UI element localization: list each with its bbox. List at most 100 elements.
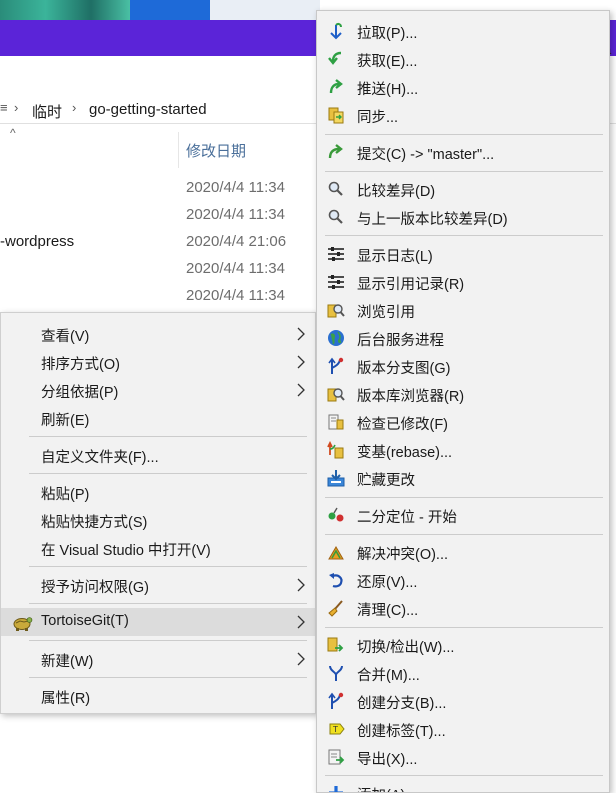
menu-item-group-by[interactable]: 分组依据(P) [1,376,315,404]
menu-item-label: 同步... [357,110,399,126]
wallpaper-image [210,0,320,20]
menu-item-tortoisegit[interactable]: TortoiseGit(T) [1,608,315,636]
menu-item-label: 拉取(P)... [357,26,418,42]
menu-item-label: 清理(C)... [357,603,419,619]
menu-item-label: 版本分支图(G) [357,361,451,377]
sort-caret-icon[interactable]: ^ [10,126,16,140]
menu-item-open-in-visual-studio[interactable]: 在 Visual Studio 中打开(V) [1,534,315,562]
menu-item-label: 切换/检出(W)... [357,640,455,656]
menu-item-label: 二分定位 - 开始 [357,510,457,526]
wallpaper-image [0,0,130,20]
menu-item-label: 在 Visual Studio 中打开(V) [41,543,211,559]
diff-previous-icon [328,209,343,224]
menu-item-label: 版本库浏览器(R) [357,389,465,405]
menu-item-stash[interactable]: 贮藏更改 [317,464,609,492]
reflog-icon [328,275,344,289]
menu-item-label: 粘贴快捷方式(S) [41,515,148,531]
repo-browser-icon [327,388,345,402]
chevron-right-icon: › [14,100,19,115]
menu-item-push[interactable]: 推送(H)... [317,73,609,101]
menu-item-show-reflog[interactable]: 显示引用记录(R) [317,268,609,296]
menu-item-revert[interactable]: 还原(V)... [317,566,609,594]
menu-item-label: 分组依据(P) [41,385,119,401]
menu-separator [29,566,307,567]
menu-item-label: 新建(W) [41,654,94,670]
menu-item-label: 创建分支(B)... [357,696,447,712]
menu-item-export[interactable]: 导出(X)... [317,743,609,771]
menu-item-revision-graph[interactable]: 版本分支图(G) [317,352,609,380]
menu-item-paste[interactable]: 粘贴(P) [1,478,315,506]
menu-item-pull[interactable]: 拉取(P)... [317,17,609,45]
chevron-right-icon: › [72,100,77,115]
menu-item-bisect-start[interactable]: 二分定位 - 开始 [317,501,609,529]
menu-item-label: 获取(E)... [357,54,418,70]
file-date: 2020/4/4 11:34 [186,206,285,223]
menu-separator [325,534,603,535]
menu-item-properties[interactable]: 属性(R) [1,682,315,710]
menu-item-label: 显示引用记录(R) [357,277,465,293]
chevron-right-icon [297,327,305,341]
menu-item-label: 后台服务进程 [357,333,444,349]
chevron-right-icon [297,615,305,629]
chevron-right-icon [297,578,305,592]
menu-item-sync[interactable]: 同步... [317,101,609,129]
rebase-icon [327,441,344,459]
menu-item-label: 解决冲突(O)... [357,547,449,563]
menu-item-create-branch[interactable]: 创建分支(B)... [317,687,609,715]
menu-item-fetch[interactable]: 获取(E)... [317,45,609,73]
menu-separator [325,775,603,776]
file-name[interactable]: -wordpress [0,233,74,250]
menu-item-label: 粘贴(P) [41,487,90,503]
menu-item-resolve[interactable]: 解决冲突(O)... [317,538,609,566]
wallpaper-image [130,0,210,20]
file-date: 2020/4/4 21:06 [186,233,287,250]
menu-item-label: 比较差异(D) [357,184,436,200]
sync-icon [328,107,344,124]
menu-item-repo-browser[interactable]: 版本库浏览器(R) [317,380,609,408]
menu-item-diff-previous[interactable]: 与上一版本比较差异(D) [317,203,609,231]
menu-item-label: 排序方式(O) [41,357,120,373]
menu-item-label: 提交(C) -> "master"... [357,147,495,163]
menu-item-label: 与上一版本比较差异(D) [357,212,508,228]
menu-item-sort-by[interactable]: 排序方式(O) [1,348,315,376]
chevron-right-icon [297,652,305,666]
menu-item-paste-shortcut[interactable]: 粘贴快捷方式(S) [1,506,315,534]
menu-item-label: 属性(R) [41,691,91,707]
menu-item-add[interactable]: 添加(A)... [317,779,609,792]
file-date: 2020/4/4 11:34 [186,287,285,304]
menu-item-refresh[interactable]: 刷新(E) [1,404,315,432]
menu-item-cleanup[interactable]: 清理(C)... [317,594,609,622]
column-header-date[interactable]: 修改日期 [186,140,246,161]
menu-item-customize-folder[interactable]: 自定义文件夹(F)... [1,441,315,469]
menu-item-daemon[interactable]: 后台服务进程 [317,324,609,352]
menu-item-show-log[interactable]: 显示日志(L) [317,240,609,268]
menu-item-browse-refs[interactable]: 浏览引用 [317,296,609,324]
menu-item-create-tag[interactable]: T 创建标签(T)... [317,715,609,743]
menu-item-commit[interactable]: 提交(C) -> "master"... [317,138,609,166]
menu-item-switch-checkout[interactable]: 切换/检出(W)... [317,631,609,659]
menu-item-check-modifications[interactable]: 检查已修改(F) [317,408,609,436]
browse-refs-icon [327,304,345,318]
menu-item-rebase[interactable]: 变基(rebase)... [317,436,609,464]
menu-separator [325,235,603,236]
tortoisegit-icon [13,617,33,631]
menu-separator [325,627,603,628]
menu-item-new[interactable]: 新建(W) [1,645,315,673]
chevron-right-icon [297,355,305,369]
create-tag-icon: T [329,723,345,735]
menu-item-label: 贮藏更改 [357,473,415,489]
menu-item-label: TortoiseGit(T) [41,613,129,629]
menu-separator [325,134,603,135]
menu-separator [325,497,603,498]
column-divider[interactable] [178,132,179,168]
menu-item-diff[interactable]: 比较差异(D) [317,175,609,203]
create-branch-icon [328,692,344,709]
menu-item-merge[interactable]: 合并(M)... [317,659,609,687]
commit-icon [328,144,343,159]
menu-item-view[interactable]: 查看(V) [1,320,315,348]
menu-item-label: 导出(X)... [357,752,418,768]
breadcrumb-item[interactable]: go-getting-started [89,101,207,118]
menu-item-give-access[interactable]: 授予访问权限(G) [1,571,315,599]
breadcrumb-item[interactable]: 临时 [32,101,62,122]
menu-item-label: 检查已修改(F) [357,417,449,433]
